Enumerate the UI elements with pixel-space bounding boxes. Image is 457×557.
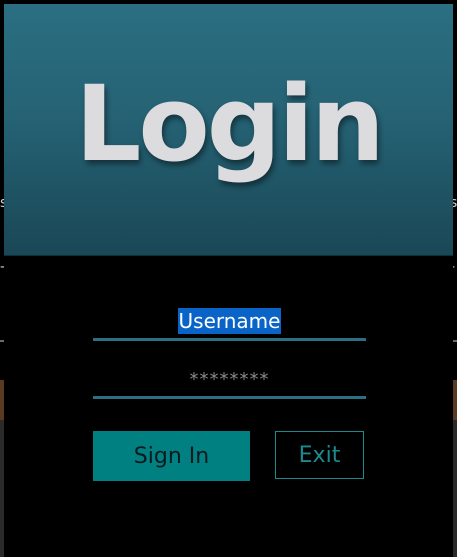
background-window-edge [453, 380, 457, 420]
password-input-mask: ******** [189, 368, 270, 390]
username-input-value: Username [177, 308, 282, 334]
login-header: Login [4, 4, 453, 256]
username-field[interactable]: Username [93, 304, 366, 341]
exit-button[interactable]: Exit [275, 431, 364, 479]
background-window-edge [453, 340, 457, 342]
login-window: Login Username ******** Sign In Exit [4, 4, 453, 553]
sign-in-button[interactable]: Sign In [93, 431, 250, 481]
background-window-edge [453, 420, 457, 557]
header-title: Login [75, 63, 385, 185]
password-field[interactable]: ******** [93, 362, 366, 399]
screen: s - s - Login Username ******** Sign In … [0, 0, 457, 557]
